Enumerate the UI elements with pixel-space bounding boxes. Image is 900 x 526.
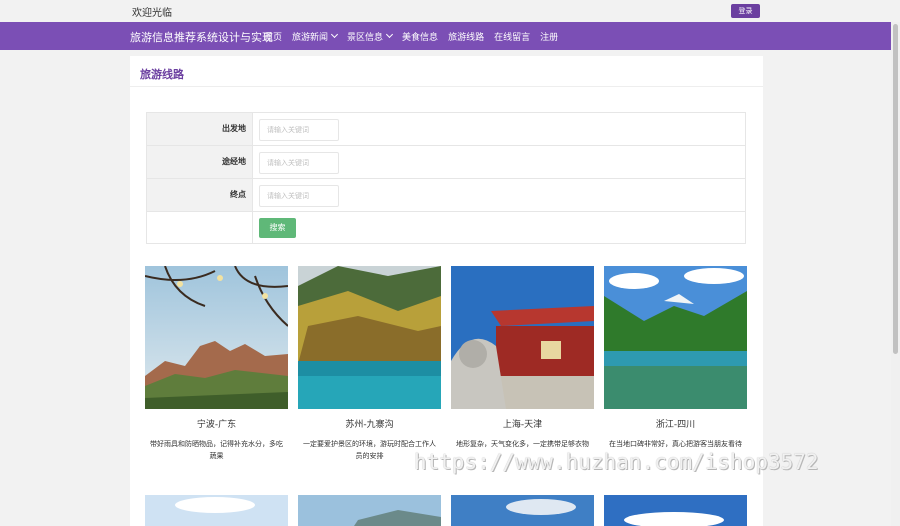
button-row: 搜索 <box>147 212 745 243</box>
departure-label: 出发地 <box>147 113 253 145</box>
via-row: 途经地 <box>147 146 745 179</box>
route-photo[interactable] <box>145 495 288 526</box>
via-input[interactable] <box>259 152 339 174</box>
route-name[interactable]: 宁波-广东 <box>145 417 288 430</box>
site-brand[interactable]: 旅游信息推荐系统设计与实现 <box>130 29 273 45</box>
search-button[interactable]: 搜索 <box>259 218 296 238</box>
welcome-text: 欢迎光临 <box>132 8 172 19</box>
nav-item-messages[interactable]: 在线留言 <box>494 30 530 43</box>
divider <box>130 86 763 87</box>
page-scrollbar[interactable] <box>891 22 900 526</box>
nav-item-travel-news[interactable]: 旅游新闻 <box>292 30 339 43</box>
route-photo[interactable] <box>145 266 288 409</box>
nav-menu: 首页 旅游新闻 景区信息 美食信息 旅游线路 在线留言 注册 <box>264 22 568 50</box>
route-card[interactable]: 宁波-广东 带好雨具和防晒物品，记得补充水分，多吃蔬果 <box>145 266 288 462</box>
nav-item-scenic-info[interactable]: 景区信息 <box>347 30 394 43</box>
watermark-text: https://www.huzhan.com/ishop3572 <box>414 450 819 474</box>
page-title: 旅游线路 <box>140 68 184 81</box>
login-button[interactable]: 登录 <box>731 4 760 18</box>
route-desc: 带好雨具和防晒物品，记得补充水分，多吃蔬果 <box>150 440 283 460</box>
route-photo[interactable] <box>298 266 441 409</box>
route-photo[interactable] <box>451 266 594 409</box>
route-photo[interactable] <box>604 266 747 409</box>
scrollbar-thumb[interactable] <box>893 24 898 354</box>
departure-input[interactable] <box>259 119 339 141</box>
route-name[interactable]: 浙江-四川 <box>604 417 747 430</box>
chevron-down-icon <box>330 30 339 39</box>
nav-item-home[interactable]: 首页 <box>264 30 282 43</box>
route-search-form: 出发地 途经地 终点 搜索 <box>146 112 746 244</box>
route-name[interactable]: 上海-天津 <box>451 417 594 430</box>
top-bar: 欢迎光临 登录 <box>0 0 900 22</box>
destination-row: 终点 <box>147 179 745 212</box>
route-name[interactable]: 苏州-九寨沟 <box>298 417 441 430</box>
route-photo[interactable] <box>298 495 441 526</box>
via-label: 途经地 <box>147 146 253 178</box>
route-photo[interactable] <box>451 495 594 526</box>
route-photo[interactable] <box>604 495 747 526</box>
departure-row: 出发地 <box>147 113 745 146</box>
destination-input[interactable] <box>259 185 339 207</box>
main-navbar: 旅游信息推荐系统设计与实现 首页 旅游新闻 景区信息 美食信息 旅游线路 在线留… <box>0 22 900 50</box>
nav-item-food-info[interactable]: 美食信息 <box>402 30 438 43</box>
route-card[interactable]: 上海-天津 地形复杂，天气变化多，一定携带足够衣物 <box>451 266 594 462</box>
chevron-down-icon <box>386 30 394 39</box>
route-card[interactable]: 浙江-四川 在当地口碑非常好，真心把游客当朋友看待 <box>604 266 747 462</box>
nav-item-travel-routes[interactable]: 旅游线路 <box>448 30 484 43</box>
route-card[interactable]: 苏州-九寨沟 一定要爱护景区的环境，游玩时配合工作人员的安排 <box>298 266 441 462</box>
destination-label: 终点 <box>147 179 253 211</box>
nav-item-register[interactable]: 注册 <box>540 30 558 43</box>
